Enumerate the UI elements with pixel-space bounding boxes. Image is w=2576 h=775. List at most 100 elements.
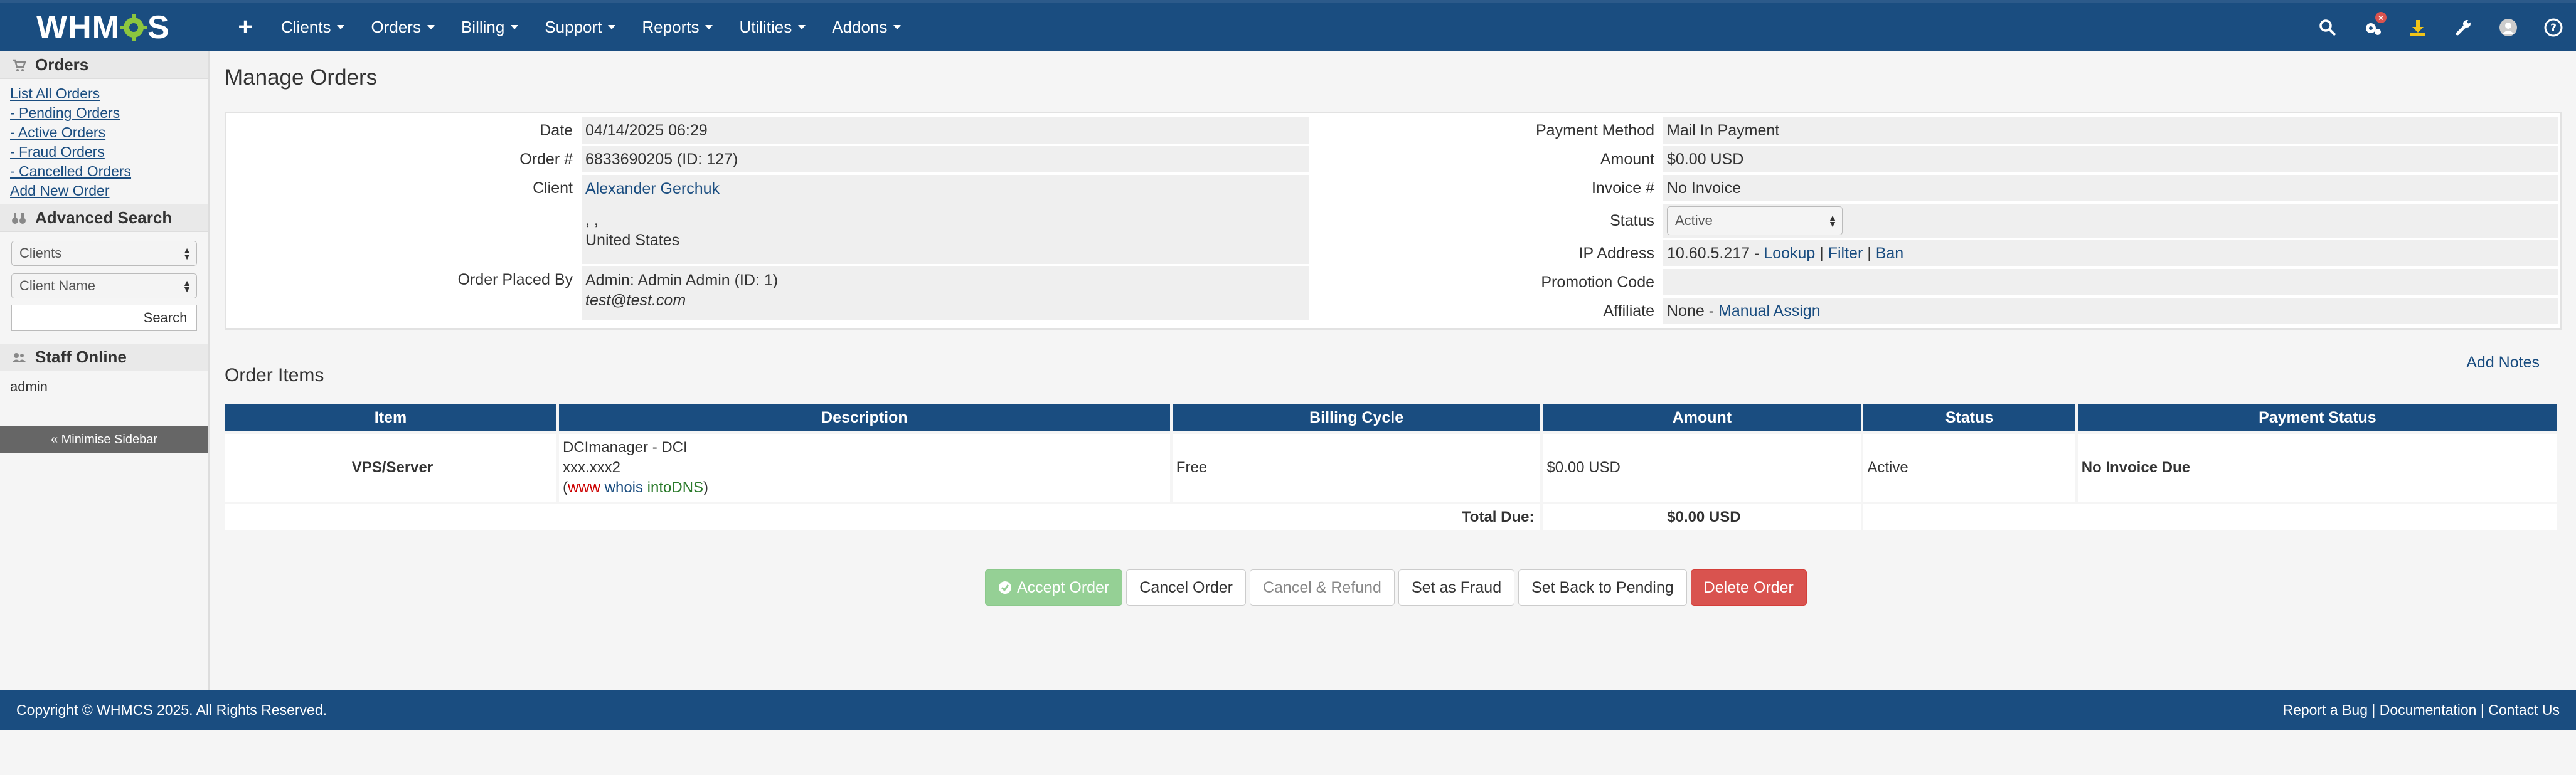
col-item: Item (225, 404, 556, 431)
nav-clients-label: Clients (281, 18, 331, 36)
nav-utilities[interactable]: Utilities (739, 18, 806, 37)
ip-label: IP Address (1578, 245, 1654, 262)
item-billing-cycle: Free (1172, 434, 1541, 502)
minimise-sidebar-button[interactable]: « Minimise Sidebar (0, 426, 208, 453)
sidebar-link-cancelled[interactable]: - Cancelled Orders (10, 162, 208, 181)
status-row: Status Active ▲ ▼ (1309, 204, 2558, 238)
manual-assign-link[interactable]: Manual Assign (1718, 302, 1821, 320)
notification-badge: × (2375, 12, 2387, 23)
set-fraud-button[interactable]: Set as Fraud (1398, 569, 1515, 606)
caret-down-icon (337, 25, 345, 29)
whois-link[interactable]: whois (605, 479, 643, 496)
cancel-order-button[interactable]: Cancel Order (1126, 569, 1246, 606)
caret-down-icon (893, 25, 902, 29)
client-name-link[interactable]: Alexander Gerchuk (585, 180, 720, 198)
ip-filter-link[interactable]: Filter (1828, 245, 1863, 262)
search-icon[interactable] (2305, 3, 2350, 51)
caret-down-icon (608, 25, 616, 29)
sidebar-link-active[interactable]: - Active Orders (10, 123, 208, 142)
caret-down-icon (511, 25, 519, 29)
www-link[interactable]: www (568, 479, 600, 496)
sidebar-link-pending[interactable]: - Pending Orders (10, 103, 208, 123)
search-type-select[interactable]: Clients ▲ ▼ (11, 241, 197, 266)
nav-orders[interactable]: Orders (371, 18, 435, 37)
page-title: Manage Orders (225, 65, 378, 90)
amount-row: Amount $0.00 USD (1309, 146, 2558, 172)
download-icon[interactable] (2395, 3, 2440, 51)
avatar-icon[interactable] (2486, 3, 2531, 51)
nav-billing[interactable]: Billing (461, 18, 519, 37)
staff-online-user: admin (10, 379, 48, 394)
nav-support[interactable]: Support (545, 18, 616, 37)
select-arrows-icon: ▲ ▼ (1828, 213, 1837, 229)
placed-by-email: test@test.com (585, 292, 686, 309)
sidebar-link-fraud[interactable]: - Fraud Orders (10, 142, 208, 162)
client-value: Alexander Gerchuk , , United States (582, 175, 1309, 264)
placed-by-row: Order Placed By Admin: Admin Admin (ID: … (226, 266, 1309, 320)
accept-order-button[interactable]: Accept Order (985, 569, 1123, 606)
description-host: xxx.xxx2 (562, 459, 620, 476)
payment-method-row: Payment Method Mail In Payment (1309, 117, 2558, 144)
gears-icon[interactable]: × (2350, 3, 2395, 51)
wrench-icon[interactable] (2440, 3, 2486, 51)
search-field-select[interactable]: Client Name ▲ ▼ (11, 273, 197, 298)
delete-order-button[interactable]: Delete Order (1690, 569, 1807, 606)
item-payment-status: No Invoice Due (2077, 434, 2557, 502)
client-row: Client Alexander Gerchuk , , United Stat… (226, 175, 1309, 264)
nav-reports[interactable]: Reports (642, 18, 713, 37)
sidebar-staff-header: Staff Online (0, 344, 208, 371)
select-arrows-icon: ▲ ▼ (183, 245, 191, 261)
affiliate-label: Affiliate (1603, 302, 1654, 320)
order-number-row: Order # 6833690205 (ID: 127) (226, 146, 1309, 172)
sidebar-search-input[interactable] (11, 305, 134, 331)
sidebar-link-add-new[interactable]: Add New Order (10, 181, 208, 201)
order-number-label: Order # (519, 150, 573, 168)
caret-down-icon (427, 25, 435, 29)
select-arrows-icon: ▲ ▼ (183, 278, 191, 294)
order-number-value: 6833690205 (ID: 127) (582, 146, 1309, 172)
col-status: Status (1863, 404, 2075, 431)
nav-addons[interactable]: Addons (832, 18, 902, 37)
nav-clients[interactable]: Clients (281, 18, 345, 37)
order-info-panel: Date 04/14/2025 06:29 Order # 6833690205… (225, 112, 2562, 330)
status-value: Active ▲ ▼ (1663, 204, 2558, 238)
ip-ban-link[interactable]: Ban (1876, 245, 1903, 262)
placed-by-admin: Admin: Admin Admin (ID: 1) (585, 272, 779, 289)
sidebar-search-button[interactable]: Search (134, 305, 197, 331)
sidebar-staff-title: Staff Online (35, 347, 127, 366)
separator: | (1819, 245, 1824, 262)
col-description: Description (558, 404, 1170, 431)
ip-lookup-link[interactable]: Lookup (1764, 245, 1815, 262)
ip-address: 10.60.5.217 - (1667, 245, 1760, 262)
nav-addons-label: Addons (832, 18, 888, 36)
item-link[interactable]: VPS/Server (225, 434, 556, 502)
nav-reports-label: Reports (642, 18, 700, 36)
footer: Copyright © WHMCS 2025. All Rights Reser… (0, 690, 2576, 730)
nav-support-label: Support (545, 18, 602, 36)
set-pending-button[interactable]: Set Back to Pending (1518, 569, 1687, 606)
add-notes-link[interactable]: Add Notes (2466, 354, 2540, 372)
gear-logo-icon (119, 13, 147, 41)
status-select[interactable]: Active ▲ ▼ (1667, 206, 1843, 235)
whmcs-logo[interactable]: WHM S (36, 9, 182, 46)
contact-us-link[interactable]: Contact Us (2488, 702, 2560, 718)
date-row: Date 04/14/2025 06:29 (226, 117, 1309, 144)
table-row: VPS/Server DCImanager - DCI xxx.xxx2 (ww… (225, 434, 2557, 502)
cancel-refund-button[interactable]: Cancel & Refund (1249, 569, 1395, 606)
sidebar-orders-title: Orders (35, 55, 89, 74)
sidebar-advanced-title: Advanced Search (35, 208, 173, 227)
help-icon[interactable]: ? (2531, 3, 2576, 51)
nav-utilities-label: Utilities (739, 18, 792, 36)
sidebar-search-form: Search (11, 305, 197, 331)
col-amount: Amount (1543, 404, 1861, 431)
placed-by-value: Admin: Admin Admin (ID: 1) test@test.com (582, 266, 1309, 320)
intodns-link[interactable]: intoDNS (647, 479, 703, 496)
affiliate-value: None - Manual Assign (1663, 298, 2558, 324)
report-bug-link[interactable]: Report a Bug (2282, 702, 2368, 718)
add-new-button[interactable]: + (227, 13, 263, 41)
sidebar-link-list-all[interactable]: List All Orders (10, 84, 208, 103)
svg-text:?: ? (2550, 22, 2557, 34)
documentation-link[interactable]: Documentation (2380, 702, 2477, 718)
client-address: , , (585, 211, 599, 229)
affiliate-row: Affiliate None - Manual Assign (1309, 298, 2558, 324)
